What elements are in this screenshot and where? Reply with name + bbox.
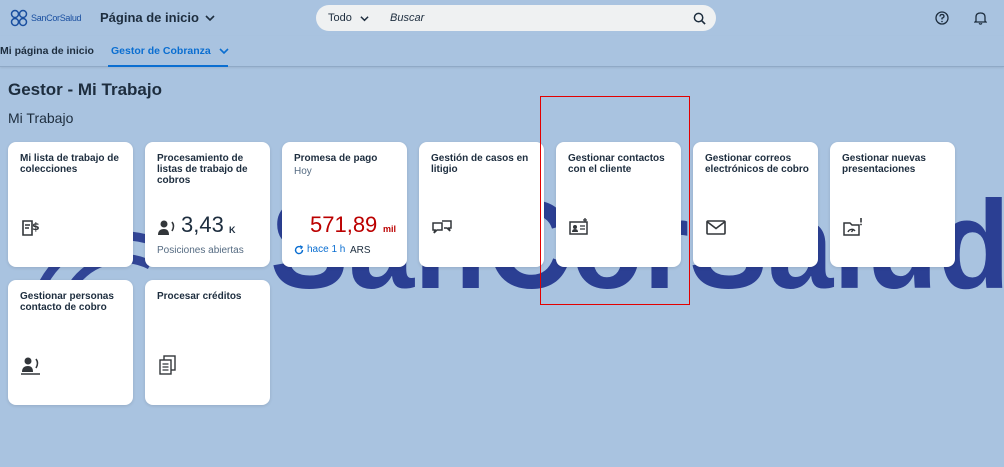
contact-phone-icon [21, 357, 40, 375]
tile-title: Gestión de casos en litigio [431, 153, 529, 175]
logo-text: SanCorSalud [31, 13, 82, 23]
email-icon [706, 220, 726, 235]
tile-title: Promesa de pago [294, 153, 378, 164]
folder-alert-icon [843, 218, 862, 236]
kpi-unit: mil [383, 224, 397, 234]
tile-title: Procesar créditos [157, 291, 242, 302]
tab-mi-pagina-de-inicio[interactable]: Mi página de inicio [0, 45, 94, 57]
search-input[interactable] [390, 12, 686, 24]
discussion-icon [432, 220, 452, 234]
search-scope-label: Todo [328, 12, 352, 24]
tab-bar: Mi página de inicio Gestor de Cobranza [0, 36, 1004, 67]
tile-title: Procesamiento de listas de trabajo de co… [157, 153, 248, 186]
tile-promesa-de-pago[interactable]: Promesa de pago Hoy 571,89 mil hace 1 h … [282, 142, 407, 267]
tile-procesar-creditos[interactable]: Procesar créditos [145, 280, 270, 405]
tile-gestionar-personas-contacto[interactable]: Gestionar personas contacto de cobro [8, 280, 133, 405]
search-icon [693, 12, 706, 25]
search-scope-select[interactable]: Todo [328, 12, 386, 24]
highlight-box [540, 96, 690, 305]
chevron-down-icon [205, 14, 215, 21]
documents-icon [159, 355, 176, 375]
help-icon [935, 11, 949, 25]
shell-bar: SanCorSalud Página de inicio Todo [0, 0, 1004, 36]
refresh-icon [294, 244, 304, 254]
active-tab-indicator [108, 65, 228, 67]
tile-gestionar-correos[interactable]: Gestionar correos electrónicos de cobro [693, 142, 818, 267]
chevron-down-icon [360, 15, 369, 21]
kpi-value: 571,89 [310, 212, 378, 237]
search-bar: Todo [316, 5, 716, 31]
page-title: Gestor - Mi Trabajo [8, 80, 162, 99]
chevron-down-icon [219, 48, 229, 55]
tile-gestionar-nuevas-presentaciones[interactable]: Gestionar nuevas presentaciones [830, 142, 955, 267]
money-document-icon: $ [22, 220, 40, 236]
help-button[interactable] [934, 10, 950, 26]
kpi-unit: K [229, 225, 236, 235]
bell-icon [973, 12, 987, 25]
tile-subtitle: Hoy [294, 166, 312, 177]
tile-title: Gestionar nuevas presentaciones [842, 153, 926, 175]
search-button[interactable] [686, 5, 712, 31]
contact-phone-icon [158, 220, 175, 235]
app-title: Página de inicio [100, 10, 199, 25]
refresh-time: hace 1 h [307, 244, 346, 255]
company-logo[interactable]: SanCorSalud [10, 9, 82, 27]
app-title-menu[interactable]: Página de inicio [100, 10, 215, 25]
tile-procesamiento-listas[interactable]: Procesamiento de listas de trabajo de co… [145, 142, 270, 267]
tile-title: Gestionar correos electrónicos de cobro [705, 153, 809, 175]
kpi-footer: Posiciones abiertas [157, 245, 244, 256]
tile-title: Gestionar personas contacto de cobro [20, 291, 114, 313]
svg-text:$: $ [32, 220, 40, 233]
logo-icon [10, 9, 28, 27]
tile-mi-lista-de-trabajo[interactable]: Mi lista de trabajo de colecciones $ [8, 142, 133, 267]
notifications-button[interactable] [972, 10, 988, 26]
tab-gestor-de-cobranza[interactable]: Gestor de Cobranza [111, 45, 229, 57]
currency-label: ARS [350, 245, 371, 256]
tile-gestion-casos-litigio[interactable]: Gestión de casos en litigio [419, 142, 544, 267]
tab-label: Gestor de Cobranza [111, 45, 211, 57]
refresh-indicator[interactable]: hace 1 h [294, 244, 345, 255]
section-title: Mi Trabajo [8, 110, 74, 126]
tile-title: Mi lista de trabajo de colecciones [20, 153, 119, 175]
kpi-value: 3,43 [181, 212, 224, 237]
